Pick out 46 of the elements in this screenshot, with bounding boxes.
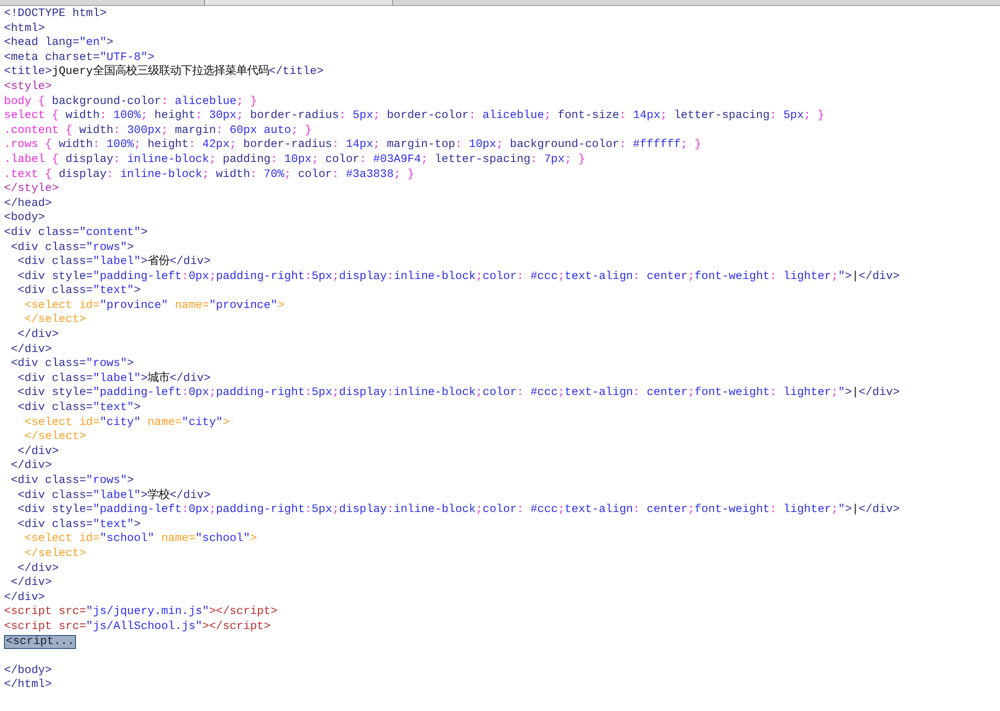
code-line: select { width: 100%; height: 30px; border-radius: 5px; border-color: aliceblue; font-size: 14px; letter-spacing: 5px; } — [4, 109, 824, 124]
code-line: </select> — [24, 430, 86, 445]
code-line: <html> — [4, 22, 46, 36]
code-line: .rows { width: 100%; height: 42px; border-radius: 14px; margin-top: 10px; background-color: #ffffff; } — [4, 138, 702, 153]
code-line: .text { display: inline-block; width: 70%; color: #3a3838; } — [4, 168, 414, 182]
code-line: <div class="label">省份</div> — [16, 255, 211, 270]
code-line: <style> — [4, 80, 52, 95]
code-line: <div class="text"> — [16, 401, 141, 416]
code-line: body { background-color: aliceblue; } — [4, 94, 257, 110]
code-line: </div> — [16, 328, 59, 343]
code-line: </div> — [16, 562, 59, 576]
code-line: </html> — [4, 678, 52, 693]
code-line: <div class="label">城市</div> — [16, 372, 211, 386]
code-line: <div class="rows"> — [10, 357, 134, 372]
code-line: <select id="province" name="province"> — [24, 298, 284, 314]
code-line: </select> — [24, 546, 86, 562]
code-line: </div> — [16, 444, 59, 460]
code-line: </div> — [10, 459, 52, 474]
code-line: <select id="city" name="city"> — [24, 416, 230, 430]
code-line: </div> — [10, 576, 52, 591]
code-line: <meta charset="UTF-8"> — [4, 50, 154, 64]
code-line: <div style="padding-left:0px;padding-right:5px;display:inline-block;color: #ccc;text-align: center;font-weight: lighter;">|</div> — [16, 503, 900, 518]
code-line: <div class="text"> — [16, 284, 141, 299]
code-line: <div class="label">学校</div> — [16, 488, 211, 504]
folded-code-marker[interactable]: <script... — [4, 634, 76, 649]
code-line: </head> — [4, 196, 52, 212]
code-line: <div class="rows"> — [10, 240, 134, 256]
code-line: </body> — [4, 664, 52, 678]
code-line: <div style="padding-left:0px;padding-right:5px;display:inline-block;color: #ccc;text-align: center;font-weight: lighter;">|</div> — [16, 270, 900, 284]
code-line: <div class="content"> — [4, 226, 148, 240]
code-line: <title>jQuery全国高校三级联动下拉选择菜单代码</title> — [4, 65, 324, 80]
code-line: <body> — [4, 211, 46, 226]
code-line: <div class="text"> — [16, 518, 141, 532]
code-line: <div class="rows"> — [10, 474, 134, 489]
code-line: <!DOCTYPE html> — [4, 7, 107, 22]
code-line: <head lang="en"> — [4, 36, 114, 51]
code-line: .content { width: 300px; margin: 60px auto; } — [4, 124, 312, 138]
code-line: </select> — [24, 313, 86, 328]
code-line: <div style="padding-left:0px;padding-right:5px;display:inline-block;color: #ccc;text-align: center;font-weight: lighter;">|</div> — [16, 386, 900, 402]
code-line: </div> — [10, 342, 52, 358]
code-line: <select id="school" name="school"> — [24, 532, 257, 547]
code-line: <script src="js/AllSchool.js"></script> — [4, 620, 271, 635]
code-line: </style> — [4, 182, 59, 197]
code-line: </div> — [4, 590, 46, 606]
code-line: <script src="js/jquery.min.js"></script> — [4, 605, 278, 620]
code-line: .label { display: inline-block; padding: 10px; color: #03A9F4; letter-spacing: 7px; } — [4, 152, 586, 168]
